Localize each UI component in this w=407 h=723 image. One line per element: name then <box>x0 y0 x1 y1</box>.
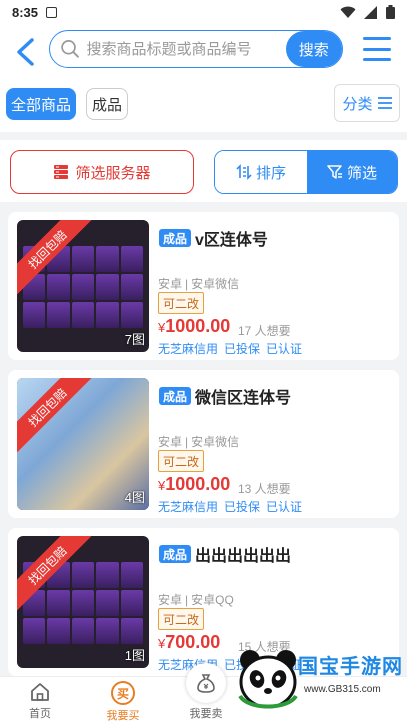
listing-card[interactable]: 找回包赔 4图 成品 微信区连体号 安卓 | 安卓微信 可二改 ¥1000.00 1… <box>8 370 399 518</box>
classify-button[interactable]: 分类 <box>334 84 400 122</box>
price-value: 1000.00 <box>165 474 231 494</box>
status-bar: 8:35 <box>0 0 407 24</box>
price-value: 1000.00 <box>165 316 231 336</box>
tag-finished: 成品 <box>159 545 192 563</box>
wants-count: 17 人想要 <box>238 324 291 338</box>
signal-icon <box>364 5 377 19</box>
listing-channel: 安卓微信 <box>191 277 240 291</box>
badge-no-credit: 无芝麻信用 <box>158 342 219 356</box>
sort-button[interactable]: 排序 <box>215 151 307 193</box>
nav-sell-label: 我要卖 <box>189 708 223 720</box>
home-icon <box>31 683 49 701</box>
sell-icon <box>186 663 226 703</box>
negotiable-badge: 可二改 <box>158 608 205 630</box>
chevron-left-icon <box>17 38 34 66</box>
menu-button[interactable] <box>363 37 391 61</box>
wants-count: 15 人想要 <box>238 640 291 654</box>
filter-label: 筛选 <box>346 164 377 182</box>
money-bag-icon <box>197 674 215 693</box>
badge-insured: 已投保 <box>224 342 261 356</box>
badge-verified: 已认证 <box>266 658 303 672</box>
notification-icon <box>46 6 58 18</box>
filter-bar: 筛选服务器 排序 筛选 <box>0 140 407 202</box>
image-count: 7图 <box>124 332 145 347</box>
menu-line-icon <box>363 58 391 61</box>
listing-meta: 安卓 | 安卓微信 <box>158 275 239 292</box>
nav-buy-label: 我要买 <box>106 710 140 722</box>
tag-finished: 成品 <box>159 229 192 247</box>
badge-verified: 已认证 <box>266 342 303 356</box>
nav-sell[interactable]: 我要卖 <box>176 663 236 721</box>
listing-meta: 安卓 | 安卓QQ <box>158 591 234 608</box>
badge-verified: 已认证 <box>266 500 303 514</box>
server-icon <box>54 165 69 179</box>
divider: | <box>185 593 189 607</box>
sort-filter-toggle: 排序 筛选 <box>214 150 398 194</box>
top-bar: 搜索 <box>0 24 407 80</box>
price-value: 700.00 <box>165 632 221 652</box>
filter-icon <box>327 165 342 179</box>
category-bar: 全部商品 成品 分类 <box>0 80 407 132</box>
divider: | <box>185 435 189 449</box>
server-filter-button[interactable]: 筛选服务器 <box>10 150 194 194</box>
listing-card[interactable]: 找回包赔 1图 成品 出出出出出出 安卓 | 安卓QQ 可二改 ¥700.00 15… <box>8 528 399 676</box>
status-time: 8:35 <box>12 4 39 20</box>
listing-meta: 安卓 | 安卓微信 <box>158 433 239 450</box>
category-finished[interactable]: 成品 <box>86 88 128 120</box>
image-count: 4图 <box>124 490 145 505</box>
listing-channel: 安卓QQ <box>191 593 234 607</box>
sort-icon <box>236 164 252 180</box>
list-icon <box>377 97 392 109</box>
nav-home-label: 首页 <box>29 708 51 720</box>
search-button[interactable]: 搜索 <box>285 31 342 67</box>
negotiable-badge: 可二改 <box>158 450 205 472</box>
listing-card[interactable]: 找回包赔 7图 成品 v区连体号 安卓 | 安卓微信 可二改 ¥1000.00 17… <box>8 212 399 360</box>
listing-os: 安卓 <box>158 277 183 291</box>
badge-no-credit: 无芝麻信用 <box>158 500 219 514</box>
server-filter-label: 筛选服务器 <box>75 164 151 182</box>
listing-badges: 无芝麻信用 已投保 已认证 <box>158 340 302 357</box>
negotiable-badge: 可二改 <box>158 292 205 314</box>
image-count: 1图 <box>124 648 145 663</box>
nav-buy[interactable]: 买 我要买 <box>93 681 153 723</box>
divider: | <box>185 277 189 291</box>
listing-badges: 无芝麻信用 已投保 已认证 <box>158 498 302 515</box>
listing-title: v区连体号 <box>195 232 268 249</box>
bottom-nav: 首页 买 我要买 我要卖 <box>0 663 407 723</box>
category-all[interactable]: 全部商品 <box>6 88 76 120</box>
listing-os: 安卓 <box>158 435 183 449</box>
wifi-icon <box>340 6 356 18</box>
listing-channel: 安卓微信 <box>191 435 240 449</box>
search-input[interactable] <box>80 40 286 58</box>
menu-line-icon <box>363 47 391 51</box>
badge-insured: 已投保 <box>224 500 261 514</box>
menu-line-icon <box>363 37 391 40</box>
wants-count: 13 人想要 <box>238 482 291 496</box>
listing-thumbnail[interactable]: 找回包赔 7图 <box>17 220 149 352</box>
search-icon <box>61 40 79 58</box>
listing-thumbnail[interactable]: 找回包赔 4图 <box>17 378 149 510</box>
status-icons <box>340 5 395 19</box>
listing-price: ¥1000.00 <box>158 474 230 495</box>
nav-home[interactable]: 首页 <box>10 681 70 721</box>
search-bar: 搜索 <box>49 30 343 68</box>
listing-price: ¥700.00 <box>158 632 220 653</box>
listing-title: 出出出出出出 <box>195 548 292 565</box>
buy-icon: 买 <box>111 681 135 705</box>
battery-icon <box>386 5 395 19</box>
listing-thumbnail[interactable]: 找回包赔 1图 <box>17 536 149 668</box>
listing-title: 微信区连体号 <box>195 390 292 407</box>
back-button[interactable] <box>2 29 48 75</box>
tag-finished: 成品 <box>159 387 192 405</box>
filter-button[interactable]: 筛选 <box>307 151 397 193</box>
listing-os: 安卓 <box>158 593 183 607</box>
classify-label: 分类 <box>342 95 373 113</box>
listing-price: ¥1000.00 <box>158 316 230 337</box>
sort-label: 排序 <box>255 164 286 182</box>
